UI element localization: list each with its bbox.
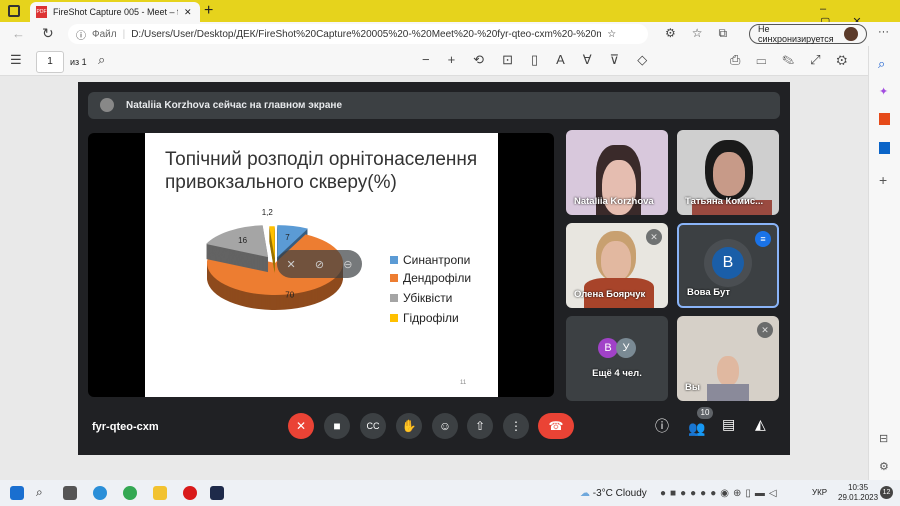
start-icon[interactable] (10, 486, 24, 500)
data-label: 7 (285, 233, 290, 242)
language-indicator[interactable]: УКР (812, 488, 827, 497)
slide-page-number: 11 (460, 380, 467, 386)
pdf-icon: PDF (36, 6, 47, 18)
page-number-input[interactable]: 1 (36, 51, 64, 73)
tray-icons[interactable]: ●■●●●●◉⊕▯▬◁ (660, 488, 781, 499)
present-button[interactable]: ⇧ (467, 413, 493, 439)
explorer-icon[interactable] (153, 486, 167, 500)
edge-icon[interactable] (93, 486, 107, 500)
url-text: D:/Users/User/Desktop/ДЕК/FireShot%20Cap… (131, 28, 602, 40)
tab-title: FireShot Capture 005 - Meet – fyr (53, 7, 178, 17)
chat-icon[interactable]: ▤ (722, 416, 735, 433)
mute-icon: ⊘ (314, 258, 325, 271)
new-tab-button[interactable]: + (204, 2, 213, 20)
zoom-controls[interactable]: −+⟲⊡▯A∀⊽◇ (422, 52, 665, 68)
remove-icon: ⊖ (343, 258, 353, 271)
muted-mic-icon: ✕ (757, 322, 773, 338)
info-icon[interactable]: ⓘ (655, 416, 669, 436)
search-icon[interactable]: ⌕ (98, 52, 105, 68)
meeting-code: fyr-qteo-cxm (92, 421, 159, 433)
profile-sync-button[interactable]: Не синхронизируется (749, 24, 867, 44)
close-tab-icon[interactable]: ✕ (184, 7, 192, 18)
tab-actions-icon[interactable] (8, 5, 20, 17)
add-sidebar-icon[interactable]: + (879, 172, 887, 188)
more-icon[interactable]: ··· (878, 26, 889, 38)
weather[interactable]: ☁ -3°C Cloudy (580, 488, 647, 499)
legend-swatch (390, 274, 398, 282)
pin-icon: ✕ (286, 258, 296, 271)
legend-item: Синантропи (390, 253, 470, 267)
file-label: Файл (92, 28, 117, 40)
avatar (844, 27, 858, 41)
search-sidebar-icon[interactable]: ⌕ (878, 56, 885, 72)
toolbar-icons[interactable]: ⚙☆⧉ (665, 26, 743, 41)
app-icon[interactable] (210, 486, 224, 500)
participant-tile[interactable]: Nataliia Korzhova (566, 130, 668, 215)
mic-muted-button[interactable]: ✕ (288, 413, 314, 439)
legend-item: Гідрофіли (390, 311, 459, 325)
data-label: 1,2 (262, 208, 274, 217)
people-icon[interactable]: 👥 (688, 420, 705, 437)
speaking-icon: ≡ (755, 231, 771, 247)
data-label: 16 (238, 236, 247, 245)
legend-item: Убіквісти (390, 291, 452, 305)
self-tile[interactable]: ✕ Вы (677, 316, 779, 401)
legend-swatch (390, 314, 398, 322)
page-count: из 1 (70, 57, 87, 67)
back-icon[interactable]: ← (12, 26, 25, 41)
clock[interactable]: 10:35 29.01.2023 (838, 483, 878, 503)
legend-item: Дендрофіли (390, 271, 471, 285)
presenter-avatar (100, 98, 114, 112)
more-participants-tile[interactable]: B У Ещё 4 чел. (566, 316, 668, 401)
pdf-actions[interactable]: ⎙▭✎⤢⚙ (730, 52, 863, 68)
chrome-icon[interactable] (123, 486, 137, 500)
camera-button[interactable]: ■ (324, 413, 350, 439)
participants-badge: 10 (697, 407, 713, 419)
more-options-button[interactable]: ⋮ (503, 413, 529, 439)
edge-sidebar (868, 46, 900, 480)
info-icon: ⓘ (76, 30, 86, 42)
refresh-icon[interactable]: ↻ (42, 25, 54, 42)
muted-mic-icon: ✕ (646, 229, 662, 245)
raise-hand-button[interactable]: ✋ (396, 413, 422, 439)
notifications-badge[interactable]: 12 (880, 486, 893, 499)
participant-tile[interactable]: Татьяна Комис... (677, 130, 779, 215)
leave-call-button[interactable]: ☎ (538, 413, 574, 439)
presenting-banner: Nataliia Korzhova сейчас на главном экра… (88, 92, 780, 119)
participant-tile-active[interactable]: B ≡ Вова Бут (677, 223, 779, 308)
captions-button[interactable]: CC (360, 413, 386, 439)
outlook-icon[interactable] (879, 142, 890, 154)
contents-icon[interactable]: ☰ (10, 52, 22, 68)
office-icon[interactable] (879, 113, 890, 125)
participant-tile[interactable]: ✕ Олена Боярчук (566, 223, 668, 308)
legend-swatch (390, 256, 398, 264)
avatar: B (598, 338, 618, 358)
address-bar[interactable]: ⓘ Файл | D:/Users/User/Desktop/ДЕК/FireS… (68, 24, 648, 44)
search-icon[interactable]: ⌕ (36, 485, 43, 500)
opera-icon[interactable] (183, 486, 197, 500)
activities-icon[interactable]: ◭ (755, 416, 766, 433)
avatar: B (712, 247, 744, 279)
avatar: У (616, 338, 636, 358)
pin-controls-overlay[interactable]: ✕ ⊘ ⊖ (277, 250, 362, 278)
legend-swatch (390, 294, 398, 302)
browser-tab[interactable]: PDF FireShot Capture 005 - Meet – fyr ✕ (30, 2, 200, 22)
copilot-icon[interactable]: ✦ (879, 85, 888, 98)
emoji-button[interactable]: ☺ (432, 413, 458, 439)
favorite-icon[interactable]: ☆ (607, 29, 616, 40)
sidebar-toggle-icon[interactable]: ⊟ (879, 432, 888, 445)
settings-icon[interactable]: ⚙ (879, 460, 889, 473)
data-label: 70 (285, 291, 294, 300)
task-view-icon[interactable] (63, 486, 77, 500)
